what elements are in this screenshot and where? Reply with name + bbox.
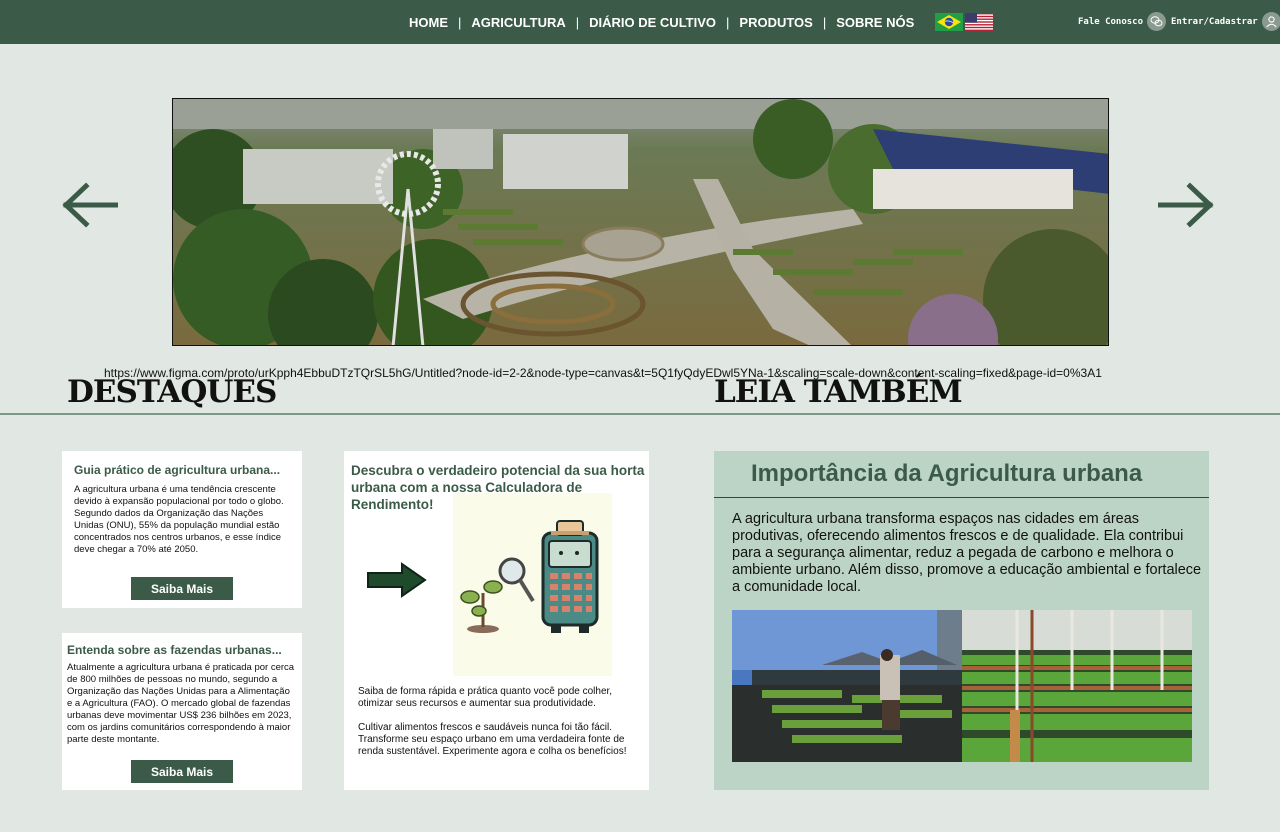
nav-separator: |: [458, 14, 462, 30]
nav-home[interactable]: HOME: [409, 15, 448, 30]
calculator-mascot-illustration: [453, 493, 612, 676]
photo-greenhouse-beds: [962, 610, 1192, 762]
nav-produtos[interactable]: PRODUTOS: [739, 15, 812, 30]
top-navigation-bar: HOME | AGRICULTURA | DIÁRIO DE CULTIVO |…: [0, 0, 1280, 44]
nav-separator: |: [575, 14, 580, 30]
article-card: Guia prático de agricultura urbana... A …: [62, 451, 302, 608]
section-divider: [0, 413, 1280, 415]
leia-card-text: A agricultura urbana transforma espaços …: [732, 511, 1202, 595]
usa-flag-icon[interactable]: [965, 13, 993, 31]
user-icon: [1261, 12, 1280, 31]
calculator-text-2: Cultivar alimentos frescos e saudáveis n…: [358, 722, 627, 757]
leia-tambem-heading: LEIA TAMBÉM: [714, 374, 963, 410]
carousel-prev-arrow-icon[interactable]: [62, 180, 118, 230]
card-title: Guia prático de agricultura urbana...: [74, 463, 281, 477]
hero-image-urban-farm: [172, 98, 1109, 346]
main-nav: HOME | AGRICULTURA | DIÁRIO DE CULTIVO |…: [409, 0, 914, 44]
nav-diario-de-cultivo[interactable]: DIÁRIO DE CULTIVO: [589, 15, 716, 30]
nav-agricultura[interactable]: AGRICULTURA: [471, 15, 565, 30]
card-text: A agricultura urbana é uma tendência cre…: [74, 484, 284, 555]
card-text: Atualmente a agricultura urbana é pratic…: [67, 662, 295, 745]
login-label: Entrar/Cadastrar: [1171, 16, 1258, 27]
green-arrow-icon: [367, 562, 427, 598]
contact-link[interactable]: Fale Conosco: [1078, 12, 1167, 31]
contact-label: Fale Conosco: [1078, 16, 1144, 27]
leia-card-header: Importância da Agricultura urbana: [714, 451, 1209, 498]
card-title: Entenda sobre as fazendas urbanas...: [67, 643, 282, 657]
leia-tambem-card[interactable]: Importância da Agricultura urbana A agri…: [714, 451, 1209, 790]
destaques-heading: DESTAQUES: [67, 374, 277, 410]
nav-sobre-nos[interactable]: SOBRE NÓS: [836, 15, 914, 30]
nav-separator: |: [822, 14, 827, 30]
saiba-mais-button[interactable]: Saiba Mais: [131, 760, 233, 783]
calculator-text-1: Saiba de forma rápida e prática quanto v…: [358, 686, 613, 709]
brazil-flag-icon[interactable]: [935, 13, 963, 31]
calculator-promo-card[interactable]: Descubra o verdadeiro potencial da sua h…: [344, 451, 649, 790]
language-switcher: [935, 13, 993, 31]
saiba-mais-button[interactable]: Saiba Mais: [131, 577, 233, 600]
calculator-description: Saiba de forma rápida e prática quanto v…: [358, 686, 642, 758]
carousel-next-arrow-icon[interactable]: [1158, 180, 1214, 230]
photo-urban-farmer: [732, 610, 962, 762]
nav-separator: |: [726, 14, 730, 30]
chat-icon: [1147, 12, 1167, 31]
login-link[interactable]: Entrar/Cadastrar: [1171, 12, 1280, 31]
article-card: Entenda sobre as fazendas urbanas... Atu…: [62, 633, 302, 790]
leia-card-title: Importância da Agricultura urbana: [751, 460, 1143, 487]
